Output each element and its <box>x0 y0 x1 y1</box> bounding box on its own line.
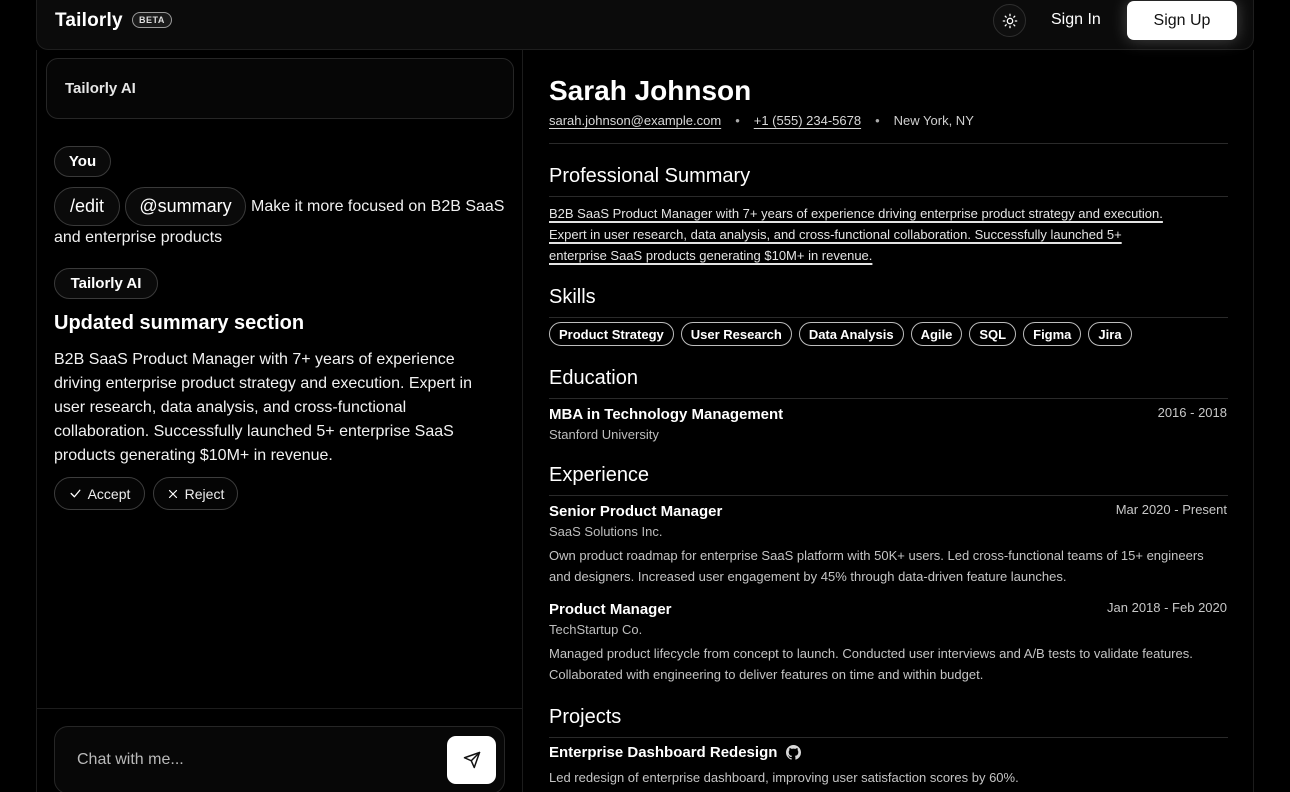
user-message-text-continued: and enterprise products <box>54 229 223 246</box>
divider <box>37 708 523 709</box>
project-title-row: Enterprise Dashboard Redesign <box>549 744 802 761</box>
ai-response-body: B2B SaaS Product Manager with 7+ years o… <box>54 351 473 464</box>
chat-panel: Tailorly AI You /edit @summary Make it m… <box>36 50 523 792</box>
summary-line: enterprise SaaS products generating $10M… <box>549 248 873 263</box>
phone-link[interactable]: +1 (555) 234-5678 <box>754 113 861 128</box>
reject-label: Reject <box>184 485 225 502</box>
command-chip-summary[interactable]: @summary <box>125 187 246 226</box>
skill-chip: Data Analysis <box>798 322 904 346</box>
user-message-text: Make it more focused on B2B SaaS <box>251 198 505 215</box>
skill-chip: Product Strategy <box>549 322 674 346</box>
theme-toggle-button[interactable] <box>993 4 1026 37</box>
contact-info: sarah.johnson@example.com • +1 (555) 234… <box>549 113 974 128</box>
project-description: Led redesign of enterprise dashboard, im… <box>549 770 1019 785</box>
close-icon <box>168 489 177 498</box>
chat-input[interactable] <box>77 747 437 773</box>
section-title-summary: Professional Summary <box>549 165 751 187</box>
beta-badge: BETA <box>132 12 172 28</box>
divider <box>549 196 1228 197</box>
divider <box>549 317 1228 318</box>
email-link[interactable]: sarah.johnson@example.com <box>549 113 721 128</box>
skill-chip: Agile <box>910 322 963 346</box>
job-title: Senior Product Manager <box>549 503 723 520</box>
skill-chip: User Research <box>680 322 792 346</box>
brand-logo[interactable]: Tailorly <box>55 10 123 32</box>
chat-header: Tailorly AI <box>46 58 514 119</box>
separator-dot: • <box>875 113 880 128</box>
section-title-skills: Skills <box>549 286 596 308</box>
divider <box>549 398 1228 399</box>
education-school: Stanford University <box>549 427 659 442</box>
send-button[interactable] <box>447 736 496 784</box>
top-navbar: Tailorly BETA Sign In Sign Up <box>36 0 1254 50</box>
separator-dot: • <box>735 113 740 128</box>
section-title-experience: Experience <box>549 464 650 486</box>
check-icon <box>70 489 81 498</box>
project-title: Enterprise Dashboard Redesign <box>549 744 778 761</box>
location-text: New York, NY <box>893 113 974 128</box>
sign-in-link[interactable]: Sign In <box>1051 11 1101 29</box>
job-title: Product Manager <box>549 601 672 618</box>
resume-preview: Sarah Johnson sarah.johnson@example.com … <box>523 50 1254 792</box>
job-dates: Mar 2020 - Present <box>1115 502 1227 517</box>
send-icon <box>463 751 480 769</box>
skills-list: Product Strategy User Research Data Anal… <box>549 322 1132 346</box>
skill-chip: Jira <box>1088 322 1132 346</box>
chat-header-title: Tailorly AI <box>65 80 136 97</box>
ai-response-heading: Updated summary section <box>54 312 305 334</box>
divider <box>549 737 1228 738</box>
user-label: You <box>54 146 111 177</box>
education-degree: MBA in Technology Management <box>549 406 784 423</box>
job-description: Own product roadmap for enterprise SaaS … <box>549 548 1204 584</box>
section-title-education: Education <box>549 367 638 389</box>
summary-line: B2B SaaS Product Manager with 7+ years o… <box>549 206 1163 221</box>
command-chip-edit[interactable]: /edit <box>54 187 120 226</box>
accept-label: Accept <box>87 485 131 502</box>
sun-icon <box>1002 13 1017 28</box>
education-dates: 2016 - 2018 <box>1157 405 1227 420</box>
job-dates: Jan 2018 - Feb 2020 <box>1107 600 1227 615</box>
job-company: TechStartup Co. <box>549 622 643 637</box>
skill-chip: Figma <box>1023 322 1082 346</box>
chat-input-container <box>54 726 505 792</box>
resume-name: Sarah Johnson <box>549 75 752 106</box>
reject-button[interactable]: Reject <box>153 477 238 510</box>
accept-button[interactable]: Accept <box>54 477 145 510</box>
job-description: Managed product lifecycle from concept t… <box>549 646 1193 682</box>
divider <box>549 143 1228 144</box>
divider <box>549 495 1228 496</box>
ai-label: Tailorly AI <box>54 268 158 299</box>
section-title-projects: Projects <box>549 706 622 728</box>
summary-line: Expert in user research, data analysis, … <box>549 227 1122 242</box>
job-company: SaaS Solutions Inc. <box>549 524 663 539</box>
skill-chip: SQL <box>969 322 1017 346</box>
github-icon[interactable] <box>786 745 802 760</box>
summary-text: B2B SaaS Product Manager with 7+ years o… <box>549 203 1229 266</box>
sign-up-button[interactable]: Sign Up <box>1127 1 1237 40</box>
